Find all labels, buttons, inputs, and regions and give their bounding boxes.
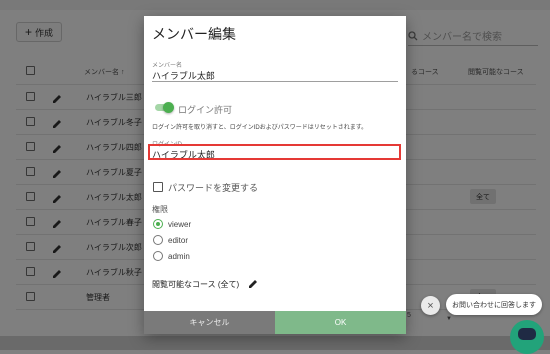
chat-launcher-button[interactable] bbox=[510, 320, 544, 354]
login-id-highlight bbox=[148, 144, 401, 160]
login-toggle-label: ログイン許可 bbox=[178, 105, 233, 115]
chat-prompt-text: お問い合わせに回答します bbox=[452, 301, 536, 309]
cancel-button[interactable]: キャンセル bbox=[144, 311, 275, 334]
chat-prompt-bubble[interactable]: お問い合わせに回答します bbox=[446, 294, 542, 315]
close-icon: × bbox=[427, 299, 434, 312]
login-helper-text: ログイン許可を取り消すと、ログインIDおよびパスワードはリセットされます。 bbox=[152, 125, 368, 131]
permission-label: 権限 bbox=[152, 205, 168, 214]
change-password-checkbox[interactable] bbox=[153, 182, 163, 192]
edit-courses-pencil-icon[interactable] bbox=[248, 279, 258, 289]
dialog-title: メンバー編集 bbox=[152, 26, 236, 42]
ok-button[interactable]: OK bbox=[275, 311, 406, 334]
radio-viewer[interactable] bbox=[153, 219, 163, 229]
member-edit-dialog: メンバー編集 メンバー名 ハイラブル太郎 ログイン許可 ログイン許可を取り消すと… bbox=[144, 16, 406, 334]
member-name-underline bbox=[152, 81, 398, 82]
login-toggle[interactable] bbox=[163, 102, 174, 113]
chat-bubble-icon bbox=[518, 328, 536, 340]
radio-admin[interactable] bbox=[153, 251, 163, 261]
radio-admin-label: admin bbox=[168, 252, 190, 261]
radio-editor-label: editor bbox=[168, 236, 189, 245]
radio-viewer-label: viewer bbox=[168, 220, 192, 229]
chat-close-button[interactable]: × bbox=[421, 296, 440, 315]
bottom-strip bbox=[0, 336, 550, 350]
change-password-label: パスワードを変更する bbox=[168, 183, 259, 193]
member-name-label: メンバー名 bbox=[152, 63, 183, 69]
radio-editor[interactable] bbox=[153, 235, 163, 245]
viewable-courses-label: 閲覧可能なコース (全て) bbox=[152, 280, 240, 289]
